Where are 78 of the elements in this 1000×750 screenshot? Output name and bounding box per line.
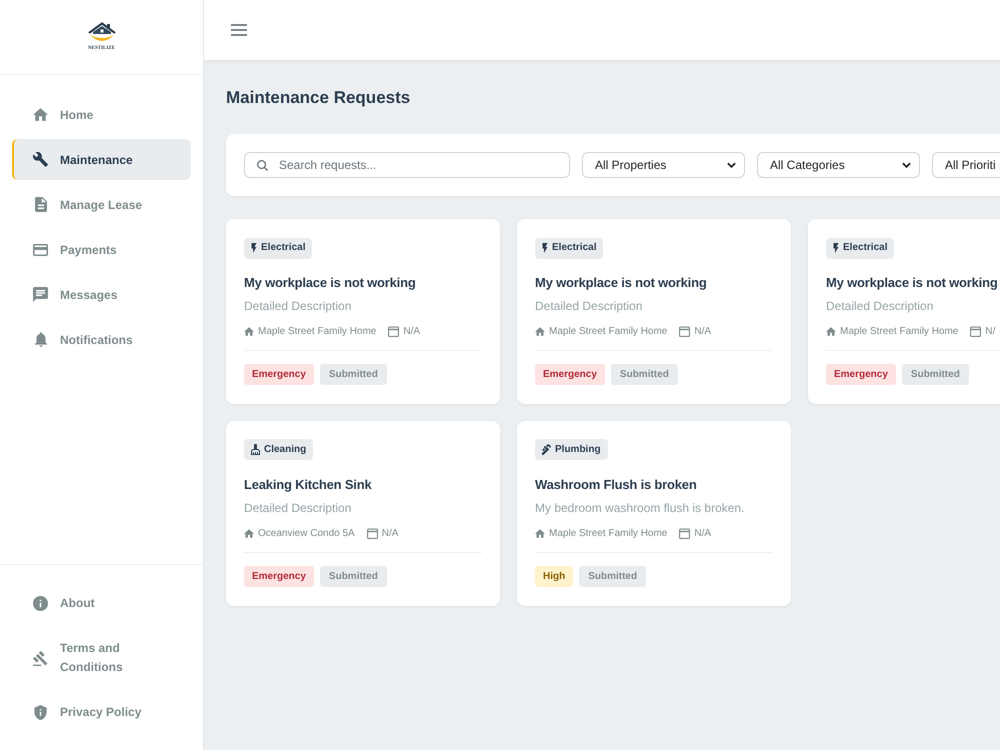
status-badge: Submitted	[902, 364, 969, 385]
priority-badge: Emergency	[244, 364, 314, 385]
property-name: Maple Street Family Home	[840, 324, 958, 338]
category-label: Plumbing	[555, 444, 601, 456]
home-icon	[535, 326, 545, 336]
property-name: Maple Street Family Home	[549, 324, 668, 338]
footer-link[interactable]: About	[12, 582, 191, 625]
chevron-down-icon	[727, 162, 736, 168]
property-name: Maple Street Family Home	[258, 324, 376, 338]
filter-dropdown[interactable]: All Categories	[757, 152, 920, 178]
request-title: My workplace is not working	[826, 274, 999, 292]
status-badge: Submitted	[320, 566, 387, 587]
priority-badge: High	[535, 566, 574, 587]
home-icon	[535, 528, 545, 538]
calendar-icon	[679, 326, 690, 336]
priority-badge: Emergency	[535, 364, 605, 385]
request-title: My workplace is not working	[244, 274, 417, 292]
shield-icon	[34, 705, 47, 720]
date-text: N/A	[403, 324, 420, 338]
request-title: Washroom Flush is broken	[535, 476, 698, 494]
nav-item[interactable]: Manage Lease	[12, 184, 191, 225]
category-label: Electrical	[552, 242, 596, 254]
home-icon	[33, 108, 48, 121]
filter-dropdown[interactable]: All Properties	[582, 152, 745, 178]
status-badge: Submitted	[610, 364, 678, 385]
filter-dropdown[interactable]: All Prioriti	[932, 152, 1000, 178]
priority-badge: Emergency	[826, 364, 896, 385]
status-badge: Submitted	[320, 364, 387, 385]
request-description: Detailed Description	[535, 298, 644, 314]
category-label: Cleaning	[264, 444, 306, 456]
search-field[interactable]: Search requests...	[244, 152, 570, 178]
status-badge: Submitted	[579, 566, 646, 587]
chat-icon	[33, 287, 48, 302]
category-label: Electrical	[843, 242, 888, 254]
search-icon	[257, 160, 268, 170]
request-title: My workplace is not working	[535, 274, 708, 292]
menu-icon[interactable]	[231, 24, 247, 36]
request-description: My bedroom washroom flush is broken.	[535, 500, 746, 516]
info-icon	[33, 596, 48, 611]
priority-badge: Emergency	[244, 566, 314, 587]
calendar-icon	[388, 326, 400, 336]
nav-item[interactable]: Maintenance	[12, 139, 191, 180]
document-icon	[34, 197, 46, 212]
request-description: Detailed Description	[826, 298, 934, 314]
logo-icon	[88, 22, 116, 44]
gavel-icon	[33, 650, 48, 666]
date-text: N/A	[694, 526, 712, 540]
lightning-icon	[542, 243, 548, 253]
home-icon	[826, 326, 836, 336]
home-icon	[244, 326, 254, 336]
category-label: Electrical	[261, 242, 306, 254]
nav-item[interactable]: Payments	[12, 229, 191, 270]
bell-icon	[34, 332, 46, 347]
calendar-icon	[970, 326, 982, 336]
wrench-icon	[33, 152, 48, 167]
date-text: N/	[985, 324, 996, 338]
page-title: Maintenance Requests	[226, 87, 412, 109]
date-text: N/A	[694, 324, 712, 338]
lightning-icon	[251, 243, 257, 253]
footer-link[interactable]: Privacy Policy	[12, 691, 191, 734]
chevron-down-icon	[902, 162, 911, 168]
brush-icon	[251, 444, 260, 455]
lightning-icon	[833, 243, 839, 253]
home-icon	[244, 528, 254, 538]
date-text: N/A	[382, 526, 398, 540]
tool-icon	[542, 444, 551, 455]
property-name: Maple Street Family Home	[549, 526, 668, 540]
request-description: Detailed Description	[244, 500, 352, 516]
request-title: Leaking Kitchen Sink	[244, 476, 373, 494]
calendar-icon	[366, 528, 378, 538]
calendar-icon	[679, 528, 690, 538]
nav-item[interactable]: Messages	[12, 274, 191, 315]
nav-item[interactable]: Home	[12, 94, 191, 135]
footer-link[interactable]: Terms and Conditions	[12, 627, 191, 689]
credit-card-icon	[33, 244, 48, 256]
property-name: Oceanview Condo 5A	[258, 526, 355, 540]
nav-item[interactable]: Notifications	[12, 319, 191, 360]
request-description: Detailed Description	[244, 298, 352, 314]
